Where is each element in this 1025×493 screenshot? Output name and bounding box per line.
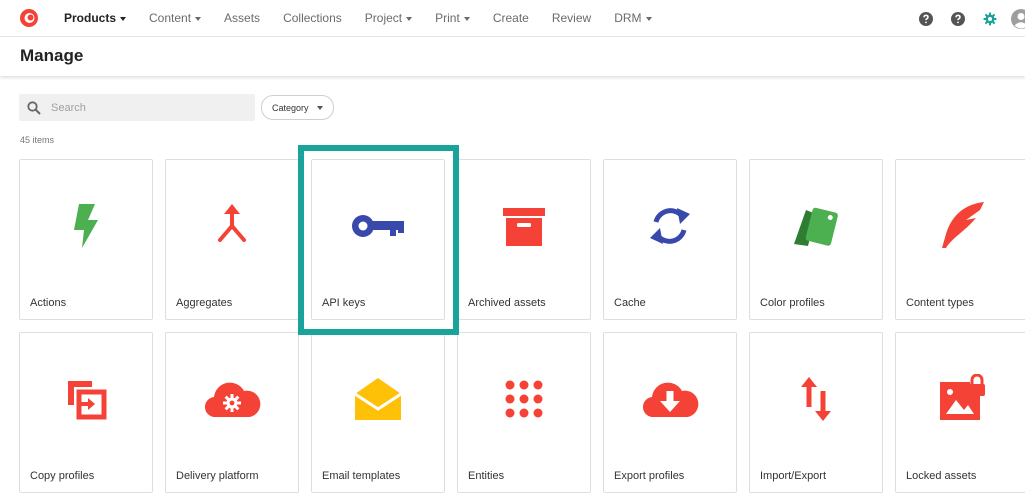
tile-label: Copy profiles xyxy=(30,470,95,482)
tile-import-export[interactable]: Import/Export xyxy=(749,332,883,493)
search-input[interactable] xyxy=(51,94,251,121)
merge-arrow-icon xyxy=(218,204,246,242)
user-avatar-icon[interactable] xyxy=(1011,9,1025,29)
category-filter-dropdown[interactable]: Category xyxy=(261,95,334,120)
nav-item-label: Project xyxy=(364,11,403,25)
nav-item-label: Assets xyxy=(224,11,261,25)
copy-arrow-icon xyxy=(68,381,107,420)
nav-item-label: Print xyxy=(435,11,460,25)
up-down-arrows-icon xyxy=(801,377,831,421)
nav-item-label: Products xyxy=(64,11,117,25)
caret-down-icon xyxy=(195,16,202,21)
tile-color-profiles[interactable]: Color profiles xyxy=(749,159,883,320)
category-filter-label: Category xyxy=(272,102,309,113)
locked-image-icon xyxy=(940,374,985,420)
archive-box-icon xyxy=(503,208,545,246)
tile-copy-profiles[interactable]: Copy profiles xyxy=(19,332,153,493)
tile-aggregates[interactable]: Aggregates xyxy=(165,159,299,320)
lightning-icon xyxy=(74,204,98,248)
nav-item-label: Collections xyxy=(283,11,342,25)
nav-item-label: Content xyxy=(149,11,192,25)
main-nav: Products Content Assets Collections Proj… xyxy=(64,0,675,36)
dot-grid-icon xyxy=(505,380,543,418)
color-swatch-icon xyxy=(794,207,838,246)
tile-locked-assets[interactable]: Locked assets xyxy=(895,332,1025,493)
page-title: Manage xyxy=(20,46,84,65)
tile-label: Color profiles xyxy=(760,297,825,309)
tile-actions[interactable]: Actions xyxy=(19,159,153,320)
nav-item-print[interactable]: Print xyxy=(435,11,470,25)
caret-down-icon xyxy=(463,16,470,21)
nav-item-collections[interactable]: Collections xyxy=(283,11,342,25)
tile-label: Locked assets xyxy=(906,470,977,482)
nav-item-content[interactable]: Content xyxy=(149,11,202,25)
nav-item-assets[interactable]: Assets xyxy=(224,11,260,25)
page-header: Manage xyxy=(0,37,1025,76)
nav-item-label: Create xyxy=(492,11,529,25)
tile-api-keys[interactable]: API keys xyxy=(311,159,445,320)
feather-icon xyxy=(942,202,984,248)
nav-item-drm[interactable]: DRM xyxy=(614,11,652,25)
tile-entities[interactable]: Entities xyxy=(457,332,591,493)
caret-down-icon xyxy=(645,16,652,21)
tile-label: Export profiles xyxy=(614,470,685,482)
cloud-download-icon xyxy=(642,382,699,418)
tile-label: Import/Export xyxy=(760,470,827,482)
tile-label: Content types xyxy=(906,297,974,309)
tile-label: Entities xyxy=(468,470,505,482)
caret-down-icon xyxy=(120,16,127,21)
tile-content-types[interactable]: Content types xyxy=(895,159,1025,320)
gear-icon[interactable] xyxy=(983,12,997,26)
header-actions xyxy=(901,9,1025,29)
tile-label: Cache xyxy=(614,297,646,309)
search-icon xyxy=(27,101,41,115)
tile-label: Aggregates xyxy=(176,297,233,309)
tile-export-profiles[interactable]: Export profiles xyxy=(603,332,737,493)
tile-label: Delivery platform xyxy=(176,470,259,482)
items-count: 45 items xyxy=(20,135,55,145)
caret-down-icon xyxy=(406,16,413,21)
tile-cache[interactable]: Cache xyxy=(603,159,737,320)
nav-item-create[interactable]: Create xyxy=(493,11,529,25)
caret-down-icon xyxy=(316,105,323,110)
top-navigation-bar: Products Content Assets Collections Proj… xyxy=(0,0,1025,37)
help-icon[interactable] xyxy=(919,12,933,26)
help-icon[interactable] xyxy=(951,12,965,26)
nav-item-review[interactable]: Review xyxy=(552,11,591,25)
envelope-icon xyxy=(354,378,402,420)
app-logo-icon[interactable] xyxy=(19,8,39,28)
tile-email-templates[interactable]: Email templates xyxy=(311,332,445,493)
tile-label: API keys xyxy=(322,297,366,309)
tile-label: Actions xyxy=(30,297,67,309)
key-icon xyxy=(352,215,404,237)
tile-label: Email templates xyxy=(322,470,401,482)
tile-archived-assets[interactable]: Archived assets xyxy=(457,159,591,320)
cloud-gear-icon xyxy=(204,382,261,418)
tile-delivery-platform[interactable]: Delivery platform xyxy=(165,332,299,493)
nav-item-products[interactable]: Products xyxy=(64,11,127,25)
nav-item-label: Review xyxy=(551,11,592,25)
search-box xyxy=(19,94,255,121)
tile-label: Archived assets xyxy=(468,297,546,309)
refresh-icon xyxy=(650,208,690,244)
nav-item-label: DRM xyxy=(614,11,642,25)
nav-item-project[interactable]: Project xyxy=(364,11,413,25)
